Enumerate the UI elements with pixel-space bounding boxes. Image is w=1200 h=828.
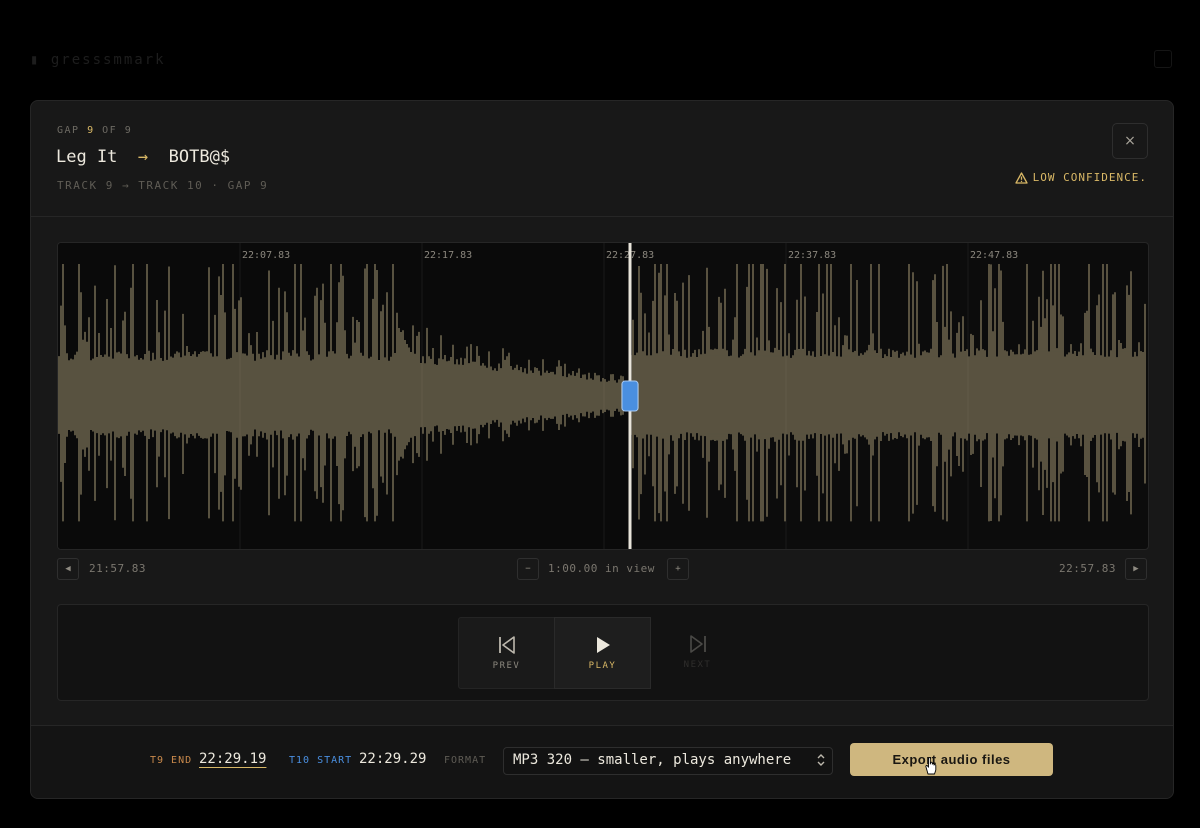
t9-end-label: T9 END — [150, 755, 193, 766]
time-marker-label: 22:07.83 — [242, 250, 290, 261]
time-marker-label: 22:47.83 — [970, 250, 1018, 261]
format-select[interactable]: MP3 320 — smaller, plays anywhere — [503, 747, 833, 775]
waveform-viewer[interactable]: 22:07.8322:17.8322:27.8322:37.8322:47.83 — [57, 242, 1149, 550]
gap-number: 9 — [87, 125, 95, 136]
waveform-left-region — [58, 243, 630, 549]
arrow-icon: → — [137, 147, 149, 167]
next-label: NEXT — [683, 660, 712, 670]
skip-back-icon — [498, 636, 515, 654]
gap-suffix: OF 9 — [102, 125, 133, 136]
hand-pointer-icon — [925, 757, 937, 775]
t10-start-value[interactable]: 22:29.29 — [359, 751, 426, 767]
play-icon — [596, 637, 610, 653]
play-button[interactable]: PLAY — [554, 617, 651, 689]
cut-handle — [621, 380, 639, 412]
from-track-title: Leg It — [56, 147, 118, 167]
gap-modal: GAP 9 OF 9 Leg It → BOTB@$ TRACK 9 → TRA… — [30, 100, 1174, 799]
modal-header: GAP 9 OF 9 Leg It → BOTB@$ TRACK 9 → TRA… — [31, 101, 1173, 217]
close-button[interactable]: × — [1112, 123, 1148, 159]
waveform-canvas[interactable]: 22:07.8322:17.8322:27.8322:37.8322:47.83 — [58, 243, 1148, 549]
t10-start-label: T10 START — [289, 755, 353, 766]
time-marker-label: 22:17.83 — [424, 250, 472, 261]
background-menu-icon — [1154, 50, 1172, 68]
modal-footer: T9 END 22:29.19 T10 START 22:29.29 FORMA… — [31, 725, 1173, 798]
warning-text: LOW CONFIDENCE. — [1032, 171, 1147, 184]
to-track-title: BOTB@$ — [168, 147, 231, 167]
prev-label: PREV — [492, 661, 521, 671]
play-label: PLAY — [588, 661, 617, 671]
t9-end-value[interactable]: 22:29.19 — [199, 751, 266, 767]
gap-prefix: GAP — [57, 125, 80, 136]
transport-panel: PREV PLAY NEXT — [57, 604, 1149, 701]
scroll-left-button[interactable]: ◀ — [57, 558, 79, 580]
prev-button[interactable]: PREV — [458, 617, 555, 689]
view-start-time: 21:57.83 — [89, 562, 146, 575]
view-end-time: 22:57.83 — [1059, 562, 1116, 575]
view-span-label: 1:00.00 in view — [548, 562, 655, 575]
scroll-right-button[interactable]: ▶ — [1125, 558, 1147, 580]
waveform-navigation: ◀ 21:57.83 − 1:00.00 in view + 22:57.83 … — [57, 558, 1147, 580]
gap-counter: GAP 9 OF 9 — [57, 125, 132, 136]
format-select-value: MP3 320 — smaller, plays anywhere — [513, 752, 792, 768]
transition-title: Leg It → BOTB@$ — [56, 147, 230, 167]
low-confidence-warning: LOW CONFIDENCE. — [1015, 171, 1147, 184]
time-marker-label: 22:37.83 — [788, 250, 836, 261]
background-app-title: ▮ gresssmmark — [30, 52, 166, 68]
transition-subtitle: TRACK 9 → TRACK 10 · GAP 9 — [57, 179, 269, 192]
chevron-updown-icon — [817, 754, 825, 766]
warning-icon — [1015, 171, 1028, 184]
zoom-in-button[interactable]: + — [667, 558, 689, 580]
export-button[interactable]: Export audio files — [850, 743, 1053, 776]
format-label: FORMAT — [444, 755, 487, 766]
zoom-out-button[interactable]: − — [517, 558, 539, 580]
skip-forward-icon — [689, 635, 706, 653]
next-button[interactable]: NEXT — [650, 617, 745, 687]
